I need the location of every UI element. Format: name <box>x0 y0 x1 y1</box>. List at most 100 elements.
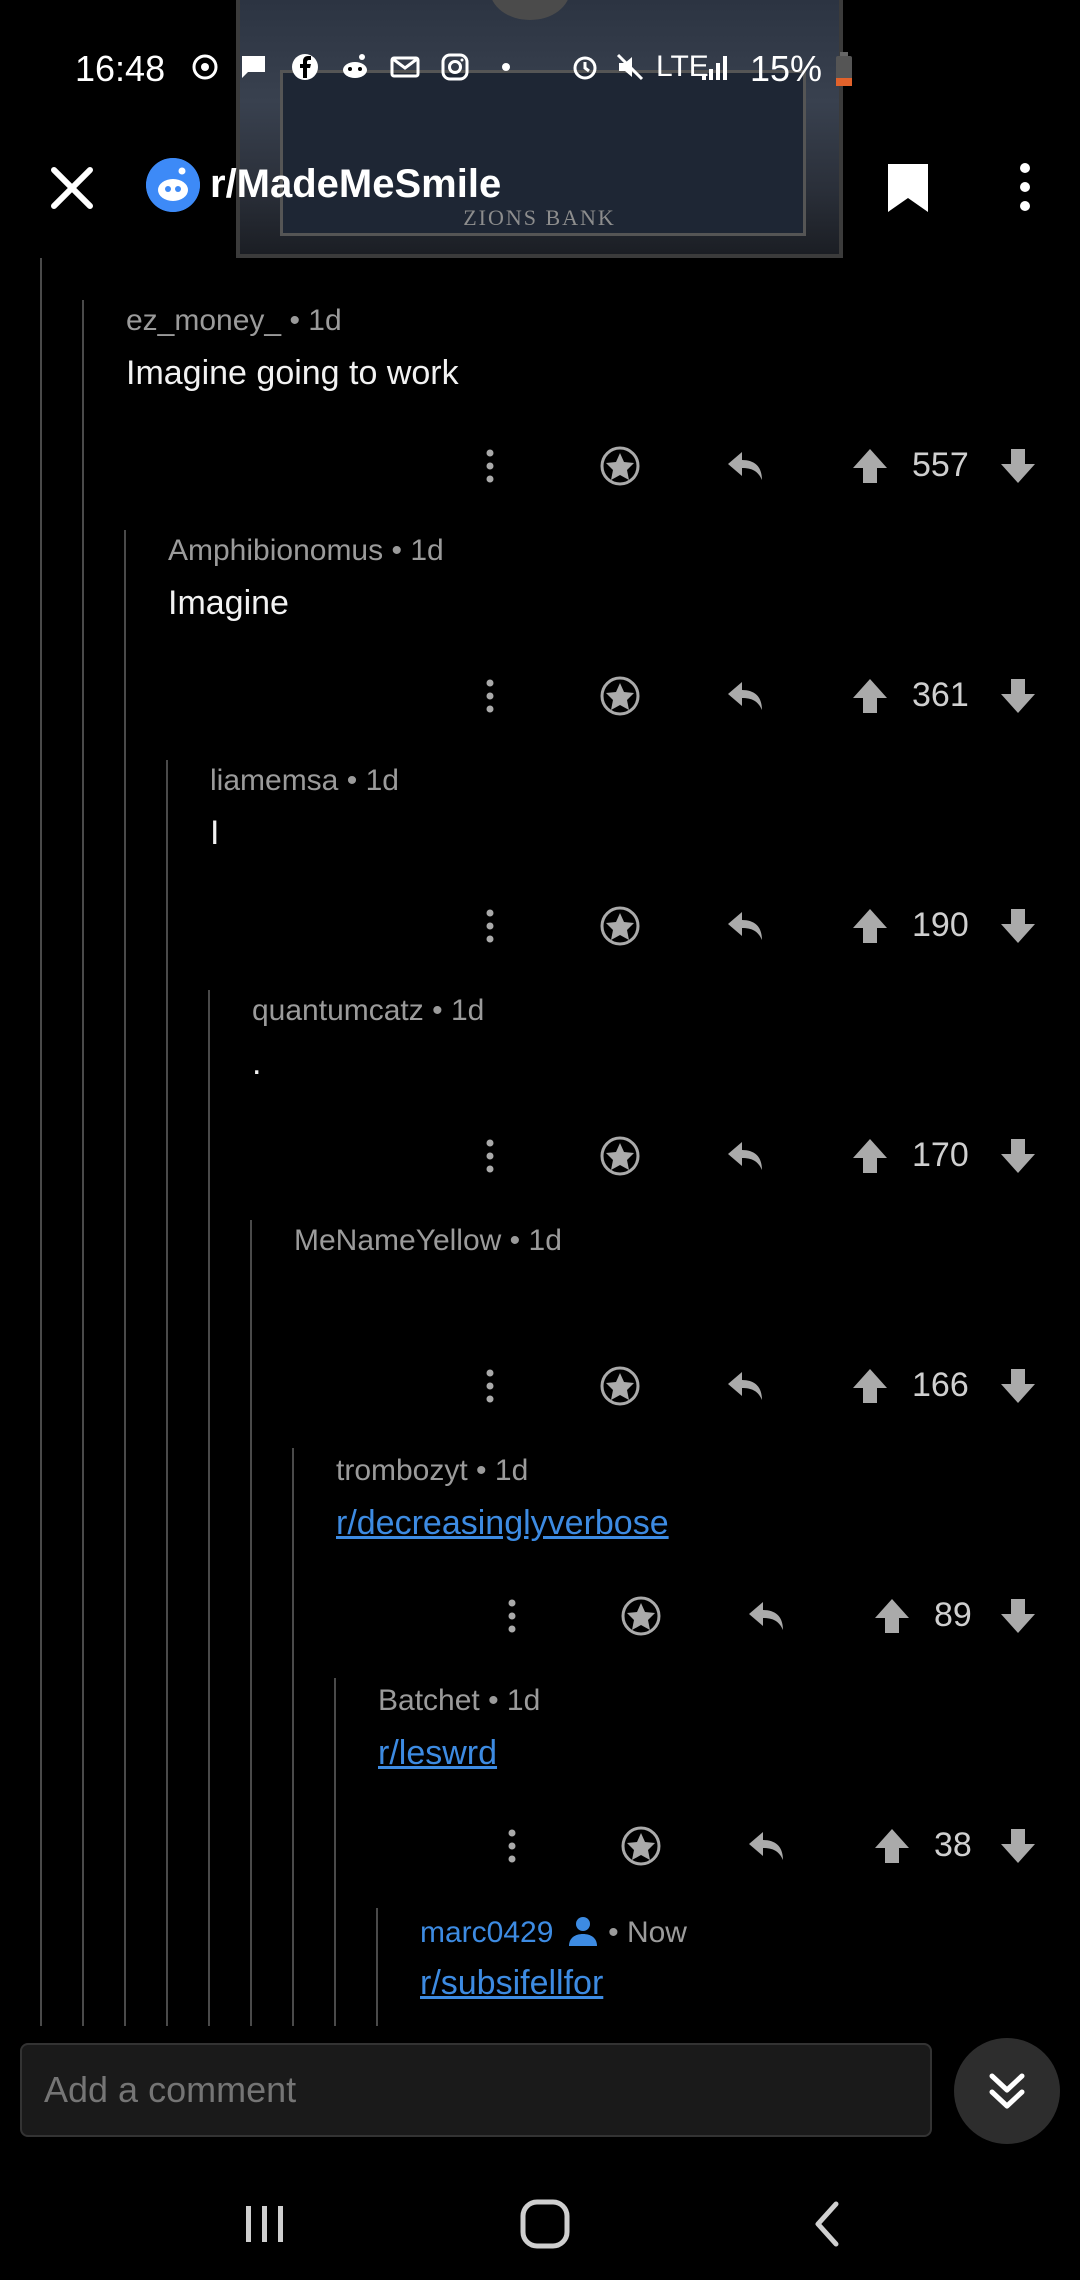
comment-more-button[interactable] <box>470 896 510 956</box>
reddit-icon <box>343 54 367 78</box>
close-button[interactable] <box>42 150 102 220</box>
downvote-button[interactable] <box>996 1356 1040 1416</box>
award-button[interactable] <box>590 1356 650 1416</box>
reply-button[interactable] <box>715 1126 775 1186</box>
comment-more-button[interactable] <box>470 436 510 496</box>
comment-author[interactable]: liamemsa <box>210 764 338 797</box>
thread-line[interactable] <box>166 760 168 2026</box>
subreddit-link[interactable]: r/leswrd <box>378 1734 497 1773</box>
vote-count: 361 <box>912 676 969 714</box>
add-comment-input[interactable] <box>20 2043 932 2137</box>
comment-meta[interactable]: Batchet • 1d <box>378 1684 540 1718</box>
downvote-button[interactable] <box>996 896 1040 956</box>
comment-actions: 190 <box>460 896 1040 956</box>
subreddit-title[interactable]: r/MadeMeSmile <box>210 162 501 207</box>
downvote-button[interactable] <box>996 1126 1040 1186</box>
thread-line[interactable] <box>124 530 126 2026</box>
reply-button[interactable] <box>715 1356 775 1416</box>
comment-more-button[interactable] <box>492 1586 532 1646</box>
award-button[interactable] <box>611 1816 671 1876</box>
comment-author[interactable]: MeNameYellow <box>294 1224 501 1257</box>
thread-line[interactable] <box>82 300 84 2026</box>
comment-time: 1d <box>410 534 444 567</box>
downvote-button[interactable] <box>996 1816 1040 1876</box>
reply-button[interactable] <box>715 896 775 956</box>
comment-thread: ez_money_ • 1d Imagine going to work 557… <box>0 258 1080 2026</box>
comment-more-button[interactable] <box>470 1356 510 1416</box>
comment-time: 1d <box>308 304 342 337</box>
upvote-button[interactable] <box>840 666 900 726</box>
upvote-button[interactable] <box>862 1816 922 1876</box>
status-time: 16:48 <box>75 48 166 89</box>
alarm-icon <box>573 56 597 80</box>
thread-line[interactable] <box>376 1908 378 2026</box>
comment-more-button[interactable] <box>492 1816 532 1876</box>
battery-percent: 15% <box>750 48 823 89</box>
comment-meta[interactable]: trombozyt • 1d <box>336 1454 528 1488</box>
sync-icon <box>192 54 218 80</box>
award-button[interactable] <box>590 1126 650 1186</box>
award-button[interactable] <box>590 666 650 726</box>
more-options-button[interactable] <box>1000 152 1050 222</box>
reply-button[interactable] <box>736 1586 796 1646</box>
thread-line[interactable] <box>40 258 42 2026</box>
award-button[interactable] <box>590 896 650 956</box>
comment-meta[interactable]: Amphibionomus • 1d <box>168 534 444 568</box>
comment-author[interactable]: trombozyt <box>336 1454 468 1487</box>
battery-icon <box>836 52 852 86</box>
bookmark-button[interactable] <box>880 152 936 222</box>
reply-button[interactable] <box>736 1816 796 1876</box>
comment-more-button[interactable] <box>470 1126 510 1186</box>
comment-time: Now <box>626 1916 687 1949</box>
home-button[interactable] <box>515 2194 575 2254</box>
reply-button[interactable] <box>715 666 775 726</box>
reply-button[interactable] <box>715 436 775 496</box>
upvote-button[interactable] <box>840 1356 900 1416</box>
comment-author[interactable]: Amphibionomus <box>168 534 383 567</box>
jump-to-next-button[interactable] <box>954 2038 1060 2144</box>
downvote-button[interactable] <box>996 436 1040 496</box>
award-button[interactable] <box>590 436 650 496</box>
comment-body: Imagine going to work <box>126 354 459 392</box>
instagram-icon <box>441 53 469 81</box>
back-button[interactable] <box>808 2198 848 2250</box>
vote-count: 190 <box>912 906 969 944</box>
comment-actions: 361 <box>460 666 1040 726</box>
comment-time: 1d <box>450 994 485 1027</box>
comment-time: 1d <box>494 1454 529 1487</box>
comment-more-button[interactable] <box>470 666 510 726</box>
comment-author[interactable]: marc0429 <box>420 1916 553 1949</box>
comment-meta[interactable]: marc0429 • Now <box>420 1914 687 1950</box>
comment-time: 1d <box>365 764 399 797</box>
thread-line[interactable] <box>334 1678 336 2026</box>
comment-time: 1d <box>506 1684 541 1717</box>
comment-meta[interactable]: MeNameYellow • 1d <box>294 1224 562 1258</box>
upvote-button[interactable] <box>840 896 900 956</box>
comment-author[interactable]: quantumcatz <box>252 994 424 1027</box>
subreddit-link[interactable]: r/subsifellfor <box>420 1964 603 2003</box>
recent-apps-button[interactable] <box>240 2198 290 2248</box>
upvote-button[interactable] <box>840 436 900 496</box>
notification-dot-icon <box>502 63 510 71</box>
comment-body: I <box>210 814 220 852</box>
subreddit-link[interactable]: r/decreasinglyverbose <box>336 1504 669 1543</box>
comment-actions: 89 <box>480 1586 1040 1646</box>
comment-author[interactable]: Batchet <box>378 1684 480 1717</box>
thread-line[interactable] <box>208 990 210 2026</box>
award-button[interactable] <box>611 1586 671 1646</box>
thread-line[interactable] <box>250 1220 252 2026</box>
downvote-button[interactable] <box>996 1586 1040 1646</box>
comment-meta[interactable]: liamemsa • 1d <box>210 764 399 798</box>
vote-count: 38 <box>934 1826 972 1864</box>
upvote-button[interactable] <box>862 1586 922 1646</box>
downvote-button[interactable] <box>996 666 1040 726</box>
thread-line[interactable] <box>292 1448 294 2026</box>
comment-meta[interactable]: quantumcatz • 1d <box>252 994 484 1028</box>
double-chevron-down-icon <box>989 2073 1025 2109</box>
comment-meta[interactable]: ez_money_ • 1d <box>126 304 342 338</box>
upvote-button[interactable] <box>840 1126 900 1186</box>
mute-icon <box>616 53 644 81</box>
signal-icon <box>702 56 727 80</box>
subreddit-avatar[interactable] <box>146 158 200 212</box>
comment-author[interactable]: ez_money_ <box>126 304 281 337</box>
